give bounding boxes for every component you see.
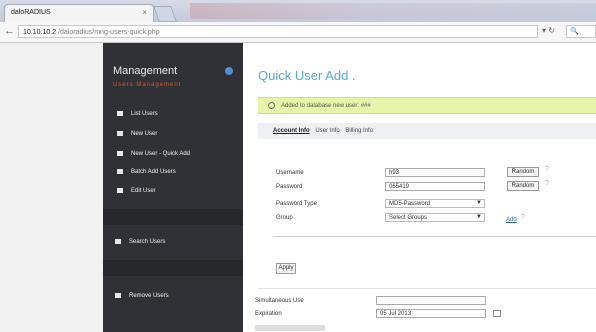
sidebar-input-band <box>103 209 243 225</box>
sidebar-item-label: Batch Add Users <box>131 169 176 176</box>
tab-account-info[interactable]: Account Info <box>273 128 310 134</box>
sidebar-item-edit-user[interactable]: Edit User <box>117 188 156 194</box>
password-label: Password <box>276 184 303 190</box>
close-icon[interactable]: × <box>142 5 147 21</box>
info-icon <box>268 101 275 109</box>
apply-button[interactable]: Apply <box>276 263 296 274</box>
username-label: Username <box>276 170 304 176</box>
user-icon <box>117 131 123 136</box>
password-type-label: Password Type <box>276 201 317 207</box>
group-label: Group <box>276 215 293 221</box>
sidebar: Management Users Management List Users N… <box>103 43 243 332</box>
calendar-icon[interactable] <box>493 310 501 317</box>
url-input[interactable]: 10.10.10.2 /daloradius/mng-users-quick.p… <box>18 25 538 38</box>
expiration-field[interactable]: 05 Jul 2013 <box>376 309 486 318</box>
batch-icon <box>117 169 123 174</box>
divider <box>258 288 596 289</box>
sidebar-item-label: Edit User <box>131 188 156 195</box>
remove-icon <box>115 293 121 298</box>
next-field-label <box>255 325 325 331</box>
simultaneous-use-field[interactable] <box>376 296 486 305</box>
search-icon <box>115 239 121 244</box>
sidebar-input-band <box>103 260 243 276</box>
back-arrow-icon[interactable]: ← <box>4 25 15 37</box>
main-content: Quick User Add . Added to database new u… <box>243 43 596 332</box>
tab-user-info[interactable]: User Info <box>315 128 339 134</box>
sidebar-item-list-users[interactable]: List Users <box>117 111 158 117</box>
chevron-down-icon: ▼ <box>476 200 482 206</box>
group-value: Select Groups <box>389 215 428 221</box>
group-select[interactable]: Select Groups ▼ <box>385 213 485 222</box>
tab-billing-info[interactable]: Billing Info <box>345 128 373 134</box>
username-field[interactable]: h93 <box>385 168 485 177</box>
sidebar-collapse-icon[interactable] <box>225 67 233 75</box>
user-add-icon <box>117 151 123 156</box>
tab-strip-background <box>190 3 596 19</box>
sidebar-item-batch-add[interactable]: Batch Add Users <box>117 169 176 175</box>
sidebar-item-quick-add[interactable]: New User - Quick Add <box>117 151 190 157</box>
sidebar-item-label: List Users <box>131 111 158 118</box>
sidebar-item-new-user[interactable]: New User <box>117 131 157 137</box>
section-tabs: Account Info User Info Billing Info <box>258 123 596 139</box>
sidebar-title: Management <box>113 65 178 77</box>
list-icon <box>117 111 123 116</box>
url-path: /daloradius/mng-users-quick.php <box>56 29 160 36</box>
random-username-button[interactable]: Random <box>507 167 539 177</box>
random-password-button[interactable]: Random <box>507 181 539 191</box>
help-icon[interactable]: ? <box>545 180 549 187</box>
password-type-value: MD5-Password <box>389 201 431 207</box>
expiration-label: Expiration <box>255 311 282 317</box>
sidebar-item-label: Remove Users <box>129 293 169 300</box>
sidebar-item-remove-users[interactable]: Remove Users <box>115 293 169 299</box>
tab-title: daloRADIUS <box>11 9 51 16</box>
browser-tab-strip: daloRADIUS × <box>0 0 596 22</box>
page-title: Quick User Add . <box>258 68 356 83</box>
browser-tab[interactable]: daloRADIUS × <box>4 4 154 22</box>
edit-icon <box>117 188 123 193</box>
chevron-down-icon: ▼ <box>476 214 482 220</box>
sidebar-subtitle: Users Management <box>113 82 182 88</box>
divider <box>273 236 596 237</box>
sidebar-item-label: New User <box>131 131 158 138</box>
browser-search-box[interactable]: 🔍 <box>566 25 596 38</box>
help-icon[interactable]: ? <box>521 214 525 221</box>
new-tab-button[interactable] <box>153 6 177 22</box>
address-bar-row: ← 10.10.10.2 /daloradius/mng-users-quick… <box>0 22 596 43</box>
success-notice: Added to database new user: ### <box>258 97 596 114</box>
sidebar-item-search-users[interactable]: Search Users <box>115 239 165 245</box>
simultaneous-use-label: Simultaneous Use <box>255 298 304 304</box>
sidebar-item-label: Search Users <box>129 239 166 246</box>
notice-text: Added to database new user: ### <box>281 103 371 109</box>
add-group-link[interactable]: Add <box>506 217 517 223</box>
password-field[interactable]: 065419 <box>385 182 485 191</box>
sidebar-item-label: New User - Quick Add <box>131 151 191 158</box>
help-icon[interactable]: ? <box>545 166 549 173</box>
password-type-select[interactable]: MD5-Password ▼ <box>385 199 485 208</box>
url-host: 10.10.10.2 <box>23 29 57 36</box>
reload-icon[interactable]: ▾ ↻ <box>542 26 555 35</box>
